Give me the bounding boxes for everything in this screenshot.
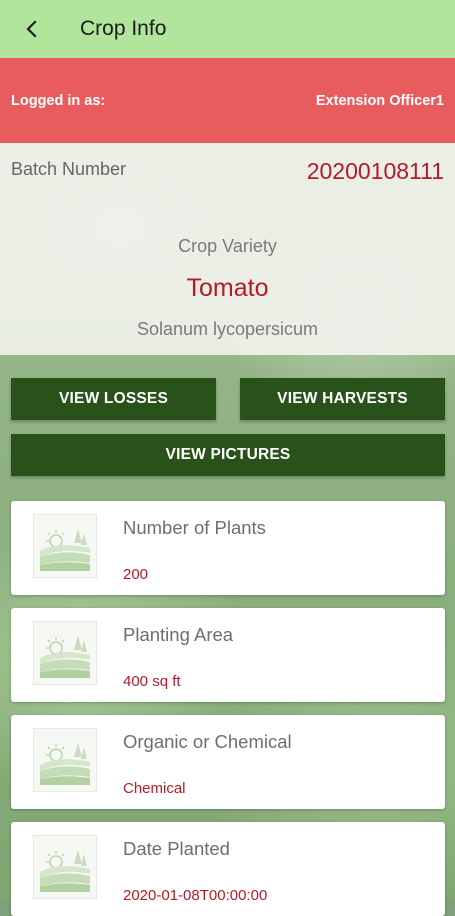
back-button[interactable]	[0, 0, 64, 58]
app-bar: Crop Info	[0, 0, 455, 58]
card-title: Date Planted	[123, 838, 230, 859]
crop-variety-name: Tomato	[186, 274, 269, 302]
view-pictures-button[interactable]: VIEW PICTURES	[11, 434, 445, 476]
scientific-name: Solanum lycopersicum	[136, 319, 319, 339]
card-title: Planting Area	[123, 624, 234, 645]
info-card-planting-area: Planting Area 400 sq ft	[11, 608, 445, 702]
batch-number-value: 20200108111	[306, 158, 444, 184]
farm-landscape-icon	[33, 835, 97, 899]
card-value: 400 sq ft	[123, 673, 181, 690]
logged-in-label: Logged in as:	[11, 92, 106, 109]
view-losses-button[interactable]: VIEW LOSSES	[11, 378, 216, 420]
farm-landscape-icon	[33, 728, 97, 792]
info-card-number-of-plants: Number of Plants 200	[11, 501, 445, 595]
card-title: Organic or Chemical	[123, 731, 292, 752]
card-value: Chemical	[123, 780, 186, 797]
card-title: Number of Plants	[123, 517, 266, 538]
farm-landscape-icon	[33, 621, 97, 685]
crop-variety-label: Crop Variety	[178, 236, 277, 256]
login-banner: Logged in as: Extension Officer1	[0, 58, 455, 143]
info-card-organic-or-chemical: Organic or Chemical Chemical	[11, 715, 445, 809]
farm-landscape-icon	[33, 514, 97, 578]
card-value: 2020-01-08T00:00:00	[123, 887, 268, 904]
page-title: Crop Info	[80, 17, 167, 40]
card-value: 200	[123, 566, 149, 583]
crop-header: Batch Number 20200108111 Crop Variety To…	[0, 143, 455, 355]
info-card-date-planted: Date Planted 2020-01-08T00:00:00	[11, 822, 445, 916]
chevron-left-icon	[26, 20, 37, 38]
batch-number-label: Batch Number	[11, 159, 127, 179]
view-harvests-button[interactable]: VIEW HARVESTS	[240, 378, 445, 420]
logged-in-user: Extension Officer1	[315, 92, 444, 109]
